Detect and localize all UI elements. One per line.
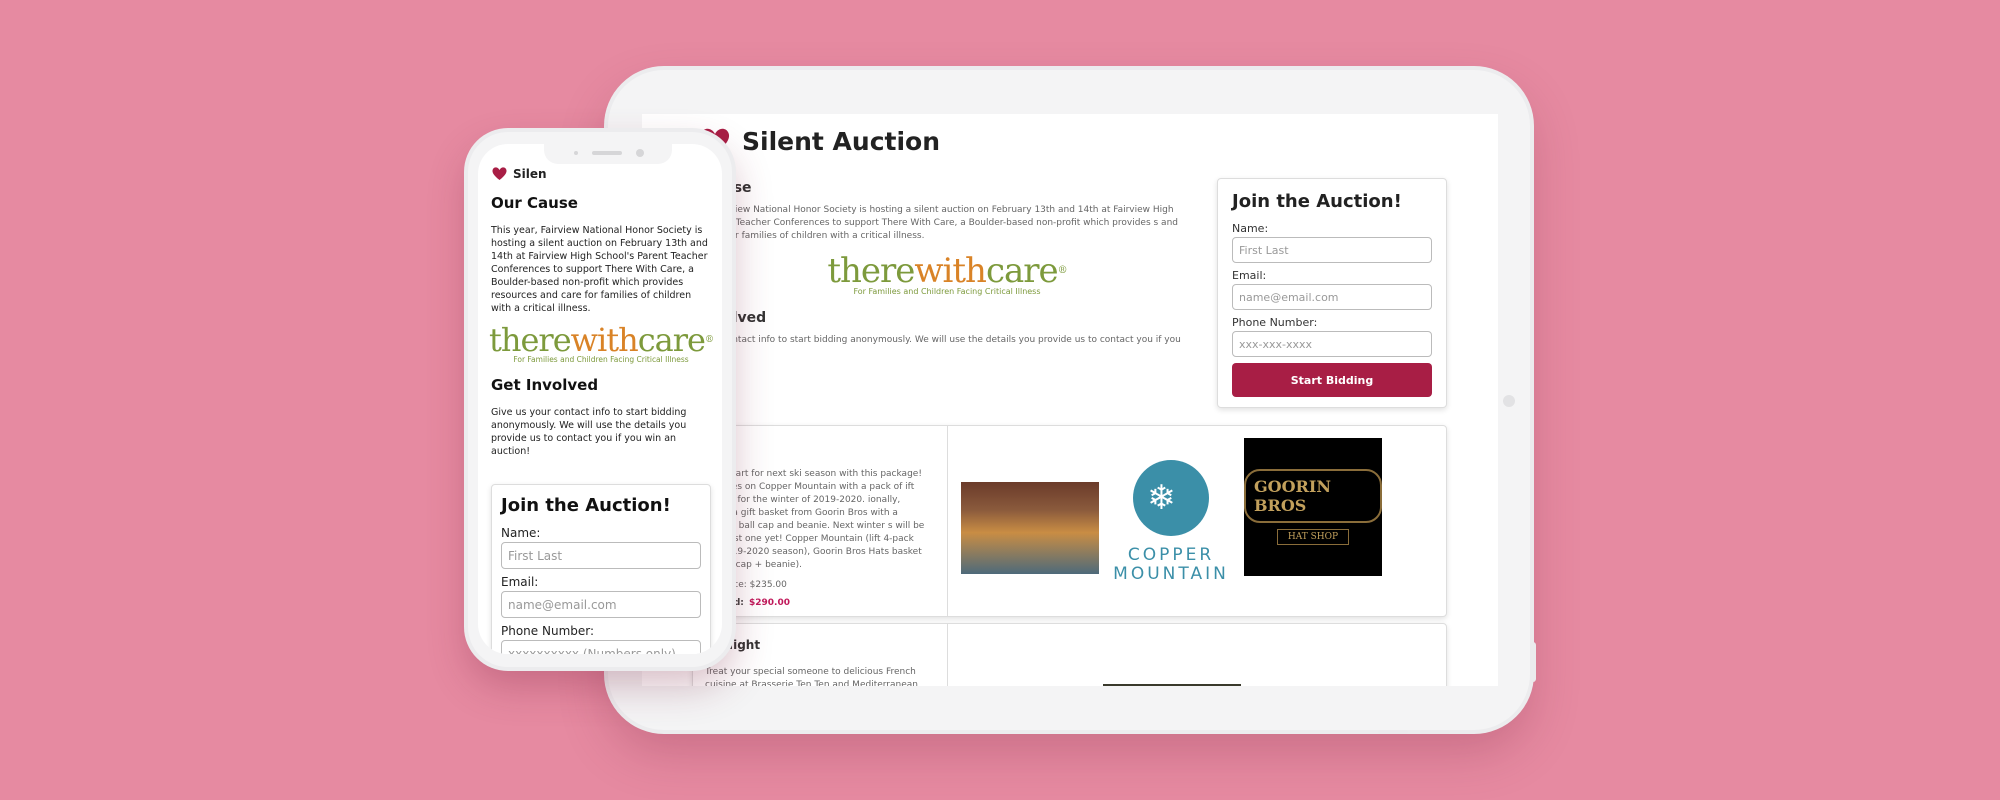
page-title: Silen — [513, 166, 547, 181]
item-description: Treat your special someone to delicious … — [705, 667, 918, 686]
cause-section: Our Cause This year, Fairview National H… — [489, 194, 714, 458]
item-details: Trip headstart for next ski season with … — [705, 440, 925, 609]
item-photo — [1103, 684, 1241, 686]
tablet-screen: Silent Auction Cause r, Fairview Nationa… — [642, 114, 1498, 686]
item-description: headstart for next ski season with this … — [705, 469, 925, 570]
phone-input[interactable] — [501, 640, 701, 654]
email-label: Email: — [501, 575, 539, 589]
starting-price: ing Price: $235.00 — [705, 580, 787, 590]
form-title: Join the Auction! — [1232, 191, 1402, 212]
name-input[interactable] — [1232, 237, 1432, 263]
email-label: Email: — [1232, 269, 1267, 282]
phone-input[interactable] — [1232, 331, 1432, 357]
involved-heading: Get Involved — [491, 376, 599, 394]
phone-notch — [544, 144, 672, 164]
involved-heading: nvolved — [704, 310, 767, 326]
item-title: Trip — [705, 440, 925, 454]
name-input[interactable] — [501, 542, 701, 569]
copper-mountain-logo: ❄ COPPER MOUNTAIN — [1101, 444, 1241, 584]
item-divider — [947, 624, 948, 686]
tablet-volume-button — [1378, 730, 1408, 734]
tablet-device: Silent Auction Cause r, Fairview Nationa… — [608, 70, 1536, 734]
current-bid: est Bid: $290.00 — [705, 598, 790, 608]
phone-device: Silen Our Cause This year, Fairview Nati… — [468, 132, 732, 667]
logo-tagline: For Families and Children Facing Critica… — [853, 287, 1041, 296]
cause-heading: Our Cause — [491, 194, 578, 212]
auction-item-card[interactable]: te Night Treat your special someone to d… — [692, 623, 1447, 686]
name-label: Name: — [501, 526, 541, 540]
snowflake-icon: ❄ — [1133, 460, 1209, 536]
phone-label: Phone Number: — [1232, 316, 1318, 329]
involved-text: Give us your contact info to start biddi… — [491, 407, 687, 457]
cause-text: r, Fairview National Honor Society is ho… — [704, 205, 1178, 241]
tablet-volume-button — [1420, 730, 1450, 734]
name-label: Name: — [1232, 222, 1269, 235]
join-auction-form: Join the Auction! Name: Email: Phone Num… — [491, 484, 711, 654]
auction-item-card[interactable]: Trip headstart for next ski season with … — [692, 425, 1447, 617]
form-title: Join the Auction! — [501, 495, 671, 516]
tablet-home-dot — [1503, 395, 1515, 407]
cause-heading: Cause — [704, 180, 1190, 196]
phone-label: Phone Number: — [501, 624, 595, 638]
join-auction-form: Join the Auction! Name: Email: Phone Num… — [1217, 178, 1447, 408]
page-title: Silent Auction — [742, 126, 941, 156]
email-input[interactable] — [501, 591, 701, 618]
cause-section: Cause r, Fairview National Honor Society… — [704, 180, 1190, 360]
therewithcare-logo: therewithcare® For Families and Children… — [827, 251, 1067, 296]
item-divider — [947, 426, 948, 616]
storefront-photo — [961, 482, 1099, 574]
involved-text: our contact info to start bidding anonym… — [704, 335, 1181, 358]
start-bidding-button[interactable]: Start Bidding — [1232, 363, 1432, 397]
tablet-side-button — [1530, 642, 1536, 682]
page-header: Silent Auction — [698, 126, 940, 156]
phone-screen: Silen Our Cause This year, Fairview Nati… — [478, 144, 722, 654]
item-title: te Night — [705, 638, 761, 652]
page-header: Silen — [491, 166, 547, 181]
logo-tagline: For Families and Children Facing Critica… — [513, 355, 689, 364]
heart-logo-icon — [492, 167, 507, 180]
item-details: te Night Treat your special someone to d… — [705, 638, 925, 686]
cause-text: This year, Fairview National Honor Socie… — [491, 225, 708, 314]
goorin-bros-logo: GOORIN BROS HAT SHOP — [1244, 438, 1382, 576]
email-input[interactable] — [1232, 284, 1432, 310]
therewithcare-logo: therewithcare® For Families and Children… — [489, 321, 714, 364]
